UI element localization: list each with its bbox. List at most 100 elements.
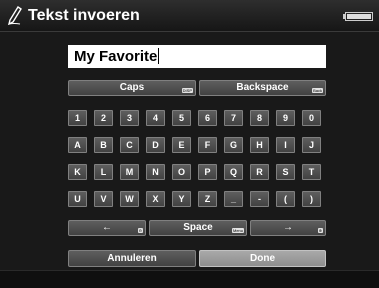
cancel-button-label: Annuleren [107,253,157,264]
key-3-2[interactable]: W [120,191,139,207]
key-1-8[interactable]: I [276,137,295,153]
done-button[interactable]: Done [199,250,326,267]
key-0-7[interactable]: 8 [250,110,269,126]
key-2-9-label: T [308,167,315,177]
key-2-2-label: M [125,167,134,177]
key-2-5-label: P [204,167,211,177]
cancel-button[interactable]: Annuleren [68,250,196,267]
text-input-value: My Favorite [74,48,158,65]
key-0-4[interactable]: 5 [172,110,191,126]
key-0-2-label: 3 [126,113,132,123]
key-0-8[interactable]: 9 [276,110,295,126]
key-2-7-label: R [256,167,263,177]
text-input[interactable]: My Favorite [68,45,326,68]
caps-key-label: Caps [119,82,145,93]
key-3-1-label: V [100,194,107,204]
key-0-4-label: 5 [178,113,184,123]
key-0-1[interactable]: 2 [94,110,113,126]
key-1-6[interactable]: G [224,137,243,153]
key-3-8[interactable]: ( [276,191,295,207]
space-key-label: Space [183,222,213,233]
key-0-6[interactable]: 7 [224,110,243,126]
key-2-1-label: L [100,167,107,177]
key-3-3-label: X [152,194,159,204]
key-1-5[interactable]: F [198,137,217,153]
backspace-key-shortcut-badge: Back [312,88,323,93]
key-0-9-label: 0 [308,113,314,123]
key-1-5-label: F [204,140,211,150]
cursor-right-key-label: → [283,222,293,233]
key-0-0-label: 1 [74,113,80,123]
key-3-5-label: Z [204,194,211,204]
key-0-3[interactable]: 4 [146,110,165,126]
key-3-1[interactable]: V [94,191,113,207]
key-2-2[interactable]: M [120,164,139,180]
caps-key[interactable]: Caps DISP [68,80,196,96]
key-1-4[interactable]: E [172,137,191,153]
key-3-0[interactable]: U [68,191,87,207]
key-3-6-label: _ [230,194,236,204]
key-3-6[interactable]: _ [224,191,243,207]
key-0-9[interactable]: 0 [302,110,321,126]
key-1-2[interactable]: C [120,137,139,153]
pen-icon [8,6,22,25]
key-1-9-label: J [308,140,314,150]
key-0-8-label: 9 [282,113,288,123]
key-3-7[interactable]: - [250,191,269,207]
key-1-6-label: G [229,140,237,150]
key-0-2[interactable]: 3 [120,110,139,126]
key-1-2-label: C [126,140,133,150]
key-1-7-label: H [256,140,263,150]
page-title: Tekst invoeren [28,7,140,24]
done-button-label: Done [250,253,275,264]
key-0-7-label: 8 [256,113,262,123]
cursor-left-key-shortcut-badge: ⊖ [137,228,143,233]
key-3-4[interactable]: Y [172,191,191,207]
key-3-5[interactable]: Z [198,191,217,207]
key-1-0-label: A [74,140,81,150]
key-0-5[interactable]: 6 [198,110,217,126]
key-3-9-label: ) [310,194,313,204]
key-0-3-label: 4 [152,113,158,123]
key-3-0-label: U [74,194,81,204]
key-3-8-label: ( [284,194,287,204]
key-3-2-label: W [125,194,134,204]
key-2-6[interactable]: Q [224,164,243,180]
key-1-3-label: D [152,140,159,150]
cursor-right-key-shortcut-badge: ⊕ [317,228,323,233]
key-3-3[interactable]: X [146,191,165,207]
key-0-0[interactable]: 1 [68,110,87,126]
key-2-8[interactable]: S [276,164,295,180]
title-bar: Tekst invoeren [0,0,379,32]
key-1-7[interactable]: H [250,137,269,153]
key-2-9[interactable]: T [302,164,321,180]
cursor-left-key-label: ← [102,222,112,233]
cursor-left-key[interactable]: ← ⊖ [68,220,146,236]
key-2-4[interactable]: O [172,164,191,180]
key-1-4-label: E [178,140,185,150]
key-2-1[interactable]: L [94,164,113,180]
key-2-7[interactable]: R [250,164,269,180]
key-2-0[interactable]: K [68,164,87,180]
space-key-shortcut-badge: Menu [231,228,244,233]
key-2-8-label: S [282,167,289,177]
text-caret [158,48,160,64]
key-3-9[interactable]: ) [302,191,321,207]
key-3-4-label: Y [178,194,185,204]
key-0-5-label: 6 [204,113,210,123]
backspace-key[interactable]: Backspace Back [199,80,326,96]
key-1-9[interactable]: J [302,137,321,153]
key-2-3-label: N [152,167,159,177]
key-1-1[interactable]: B [94,137,113,153]
key-2-3[interactable]: N [146,164,165,180]
key-2-4-label: O [177,167,185,177]
bottom-bar [0,270,379,288]
key-1-8-label: I [284,140,287,150]
key-1-3[interactable]: D [146,137,165,153]
space-key[interactable]: Space Menu [149,220,247,236]
key-1-0[interactable]: A [68,137,87,153]
key-2-6-label: Q [229,167,237,177]
key-2-5[interactable]: P [198,164,217,180]
key-2-0-label: K [74,167,81,177]
cursor-right-key[interactable]: → ⊕ [250,220,326,236]
